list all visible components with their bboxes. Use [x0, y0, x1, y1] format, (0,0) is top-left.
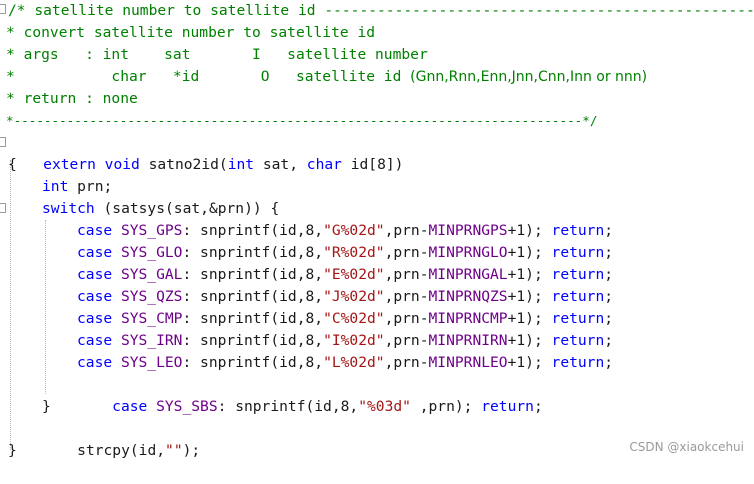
- case-keyword: case: [77, 266, 113, 283]
- fold-marker-switch[interactable]: [0, 203, 6, 213]
- format-string: "J%02d": [323, 288, 385, 305]
- format-string: "E%02d": [323, 266, 385, 283]
- case-constant: SYS_GLO: [120, 244, 183, 261]
- min-prn-macro: MINPRNLEO: [428, 354, 508, 371]
- code-line-7: extern void satno2id(int sat, char id[8]…: [43, 156, 404, 173]
- case-line: case SYS_LEO: snprintf(id,8,"L%02d",prn-…: [77, 354, 614, 371]
- min-prn-macro: MINPRNGAL: [428, 266, 508, 283]
- case-line: case SYS_QZS: snprintf(id,8,"J%02d",prn-…: [77, 288, 614, 305]
- min-prn-macro: MINPRNGPS: [428, 222, 508, 239]
- case-constant: SYS_IRN: [120, 332, 183, 349]
- case-keyword: case: [77, 354, 113, 371]
- code-line-close-switch: }: [42, 398, 51, 415]
- return-keyword: return: [551, 266, 605, 283]
- case-keyword: case: [77, 288, 113, 305]
- min-prn-macro: MINPRNGLO: [428, 244, 508, 261]
- code-line-10: switch (satsys(sat,&prn)) {: [42, 200, 280, 217]
- min-prn-macro: MINPRNCMP: [428, 310, 508, 327]
- indent-guide: [10, 160, 11, 450]
- case-line: case SYS_GLO: snprintf(id,8,"R%02d",prn-…: [77, 244, 614, 261]
- code-line-5: * return : none: [6, 90, 138, 107]
- case-keyword: case: [77, 332, 113, 349]
- case-constant: SYS_GAL: [120, 266, 183, 283]
- fold-marker-function[interactable]: [0, 137, 6, 147]
- format-string: "L%02d": [323, 354, 385, 371]
- code-line-close-fn: }: [8, 442, 17, 459]
- return-keyword: return: [551, 354, 605, 371]
- watermark: CSDN @xiaokcehui: [629, 440, 744, 454]
- case-keyword: case: [77, 244, 113, 261]
- case-constant: SYS_GPS: [120, 222, 183, 239]
- code-line-strcpy: strcpy(id,"");: [77, 442, 201, 459]
- format-string: "R%02d": [323, 244, 385, 261]
- fold-marker-comment[interactable]: [0, 4, 6, 14]
- return-keyword: return: [551, 288, 605, 305]
- case-constant: SYS_LEO: [120, 354, 183, 371]
- code-line-3: * args : int sat I satellite number: [6, 46, 428, 63]
- code-editor[interactable]: /* satellite number to satellite id ----…: [0, 0, 754, 462]
- return-keyword: return: [551, 310, 605, 327]
- code-line-4: * char *id O satellite id (Gnn,Rnn,Enn,J…: [6, 68, 648, 85]
- code-line-6: *---------------------------------------…: [6, 113, 598, 128]
- code-line-1: /* satellite number to satellite id ----…: [8, 2, 754, 19]
- code-line-2: * convert satellite number to satellite …: [6, 24, 376, 41]
- code-line-8: {: [8, 156, 17, 173]
- format-string: "C%02d": [323, 310, 385, 327]
- case-line: case SYS_CMP: snprintf(id,8,"C%02d",prn-…: [77, 310, 614, 327]
- min-prn-macro: MINPRNQZS: [428, 288, 508, 305]
- return-keyword: return: [551, 332, 605, 349]
- code-line-9: int prn;: [42, 178, 113, 195]
- format-string: "I%02d": [323, 332, 385, 349]
- return-keyword: return: [551, 244, 605, 261]
- return-keyword: return: [551, 222, 605, 239]
- case-line: case SYS_GPS: snprintf(id,8,"G%02d",prn-…: [77, 222, 614, 239]
- case-constant: SYS_CMP: [120, 310, 183, 327]
- case-line: case SYS_GAL: snprintf(id,8,"E%02d",prn-…: [77, 266, 614, 283]
- case-keyword: case: [77, 310, 113, 327]
- case-constant: SYS_QZS: [120, 288, 183, 305]
- indent-guide: [45, 220, 46, 394]
- case-line: case SYS_IRN: snprintf(id,8,"I%02d",prn-…: [77, 332, 614, 349]
- case-keyword: case: [77, 222, 113, 239]
- min-prn-macro: MINPRNIRN: [428, 332, 508, 349]
- code-line-sbs: case SYS_SBS: snprintf(id,8,"%03d" ,prn)…: [112, 398, 543, 415]
- format-string: "G%02d": [323, 222, 385, 239]
